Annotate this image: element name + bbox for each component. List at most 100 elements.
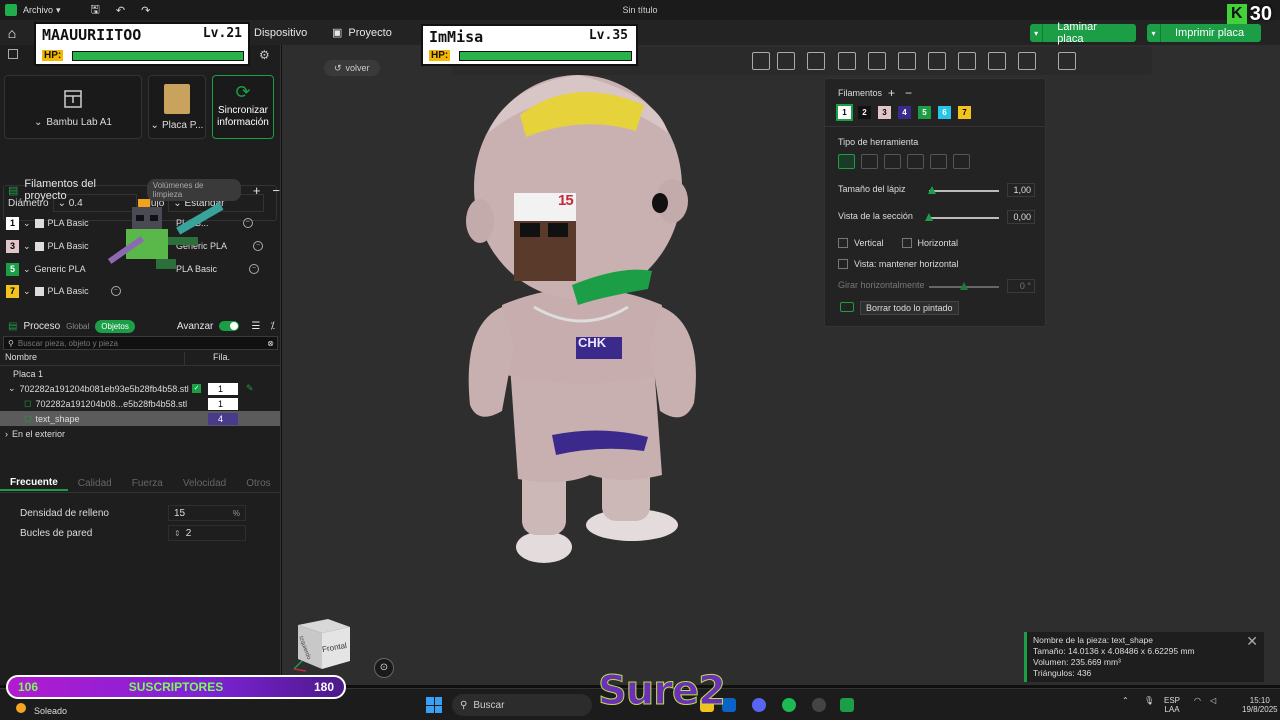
vertical-option[interactable]: Vertical Horizontal [838,238,958,248]
cut-icon[interactable] [868,52,886,70]
table-row[interactable]: › En el exterior [0,426,280,441]
measure-icon[interactable] [958,52,976,70]
pen-size-slider[interactable] [928,186,999,194]
vertical-checkbox[interactable] [838,238,848,248]
steam-icon[interactable] [812,698,826,712]
tab-device[interactable]: Dispositivo [254,20,307,45]
rotate-value[interactable]: 0 ° [1007,279,1035,293]
eraser-icon[interactable] [840,302,854,312]
home-icon[interactable]: ⌂ [0,20,24,45]
circle-brush-icon[interactable] [838,154,855,169]
checkbox-icon[interactable]: ✓ [192,384,201,393]
objects-tab[interactable]: Objetos [95,319,135,333]
pen-size-value[interactable]: 1,00 [1007,183,1035,197]
add-icon[interactable]: + [253,183,261,198]
plate-p-icon[interactable] [988,52,1006,70]
add-icon[interactable]: + [888,86,895,100]
slider-knob[interactable] [960,282,968,290]
filament-row[interactable]: 1 ⌄ PLA Basic [6,213,89,233]
section-view-value[interactable]: 0,00 [1007,210,1035,224]
swatch[interactable]: 7 [958,106,971,119]
language-indicator[interactable]: ESP LAA [1164,696,1180,714]
rotate-slider[interactable] [929,282,999,290]
object-search-input[interactable]: ⚲ Buscar pieza, objeto y pieza ⊗ [3,336,278,350]
swatch[interactable]: 3 [878,106,891,119]
tab-frequent[interactable]: Frecuente [0,475,68,491]
infill-density-input[interactable]: 15 % [168,505,246,521]
close-icon[interactable]: ✕ [1246,634,1258,648]
tab-others[interactable]: Otros [236,475,280,491]
gear-icon[interactable]: ⚙ [259,48,270,62]
clock[interactable]: 15:10 19/8/2025 [1242,696,1278,714]
slice-plate-button[interactable]: ▾ Laminar placa [1030,21,1136,45]
table-row[interactable]: Placa 1 [0,366,280,381]
table-row[interactable]: ◻ text_shape 4 [0,411,280,426]
file-menu[interactable]: Archivo ▾ [23,5,61,16]
swatch[interactable]: 4 [898,106,911,119]
back-button[interactable]: ↺ volver [324,60,380,76]
swatch[interactable]: 6 [938,106,951,119]
delete-filament-icon[interactable]: − [253,241,264,251]
keep-horizontal-option[interactable]: Vista: mantener horizontal [838,259,958,269]
redo-icon[interactable]: ↷ [141,4,150,17]
stepper-icon[interactable]: ⇕ [174,529,181,538]
horizontal-checkbox[interactable] [901,238,912,248]
microphone-icon[interactable]: 🎙 [1144,696,1154,705]
delete-filament-icon[interactable]: − [110,286,121,296]
chevron-down-icon[interactable]: ▾ [1030,24,1044,42]
tab-speed[interactable]: Velocidad [173,475,236,491]
volume-icon[interactable]: ◁ [1210,696,1216,705]
slider-knob[interactable] [925,213,933,221]
triangle-brush-icon[interactable] [884,154,901,169]
keep-horizontal-checkbox[interactable] [838,259,848,269]
remove-icon[interactable]: − [905,86,912,100]
advanced-toggle[interactable] [219,321,240,331]
undo-icon[interactable]: ↶ [116,4,125,17]
paint-icon[interactable]: ✎ [246,383,254,394]
filament-selector[interactable]: 1 [208,397,238,410]
remove-icon[interactable]: − [272,183,280,198]
wall-loops-input[interactable]: ⇕ 2 [168,525,246,541]
height-range-icon[interactable] [907,154,924,169]
swatch[interactable]: 1 [836,104,853,121]
delete-filament-icon[interactable]: − [249,264,260,274]
sphere-brush-icon[interactable] [861,154,878,169]
swatch[interactable]: 2 [858,106,871,119]
tab-quality[interactable]: Calidad [68,475,122,491]
filament-selector[interactable]: 1 [208,382,238,395]
support-icon[interactable] [898,52,916,70]
paint-bucket-icon[interactable] [752,52,770,70]
split-icon[interactable] [807,52,825,70]
layout-icon[interactable] [1058,52,1076,70]
ruler-icon[interactable] [1018,52,1036,70]
slider-knob[interactable] [928,186,936,194]
text-tool-icon[interactable] [838,52,856,70]
global-tab[interactable]: Global [66,322,89,331]
discord-icon[interactable] [752,698,766,712]
taskbar-search[interactable]: ⚲ Buscar [452,694,592,716]
chevron-down-icon[interactable]: ▾ [1147,24,1161,42]
expand-icon[interactable]: ⌄ [0,383,16,394]
list-icon[interactable]: ☰ [251,321,260,332]
table-row[interactable]: ◻ 702282a191204b08...e5b28fb4b58.stl 1 [0,396,280,411]
filament-selector[interactable]: 4 [208,412,238,425]
fill-icon[interactable] [930,154,947,169]
gap-fill-icon[interactable] [953,154,970,169]
spotify-icon[interactable] [782,698,796,712]
bambu-studio-icon[interactable] [840,698,854,712]
swatch[interactable]: 5 [918,106,931,119]
chevron-up-icon[interactable]: ⌃ [1122,696,1129,705]
save-icon[interactable]: 🖫 [91,1,100,20]
filament-row[interactable]: 5 ⌄ Generic PLA [6,259,86,279]
printer-card[interactable]: ⌄ Bambu Lab A1 [4,75,142,139]
settings-compare-icon[interactable]: ⁒ [270,321,275,332]
print-plate-button[interactable]: ▾ Imprimir placa [1147,24,1261,42]
arrange-icon[interactable] [777,52,795,70]
sync-info-button[interactable]: ⟳ Sincronizar información [212,75,274,139]
seam-icon[interactable] [928,52,946,70]
table-row[interactable]: ⌄ 702282a191204b081eb93e5b28fb4b58.stl ✓… [0,381,280,396]
clear-all-painted-button[interactable]: Borrar todo lo pintado [860,301,959,315]
tab-project[interactable]: ▣ Proyecto [332,20,392,45]
focus-view-icon[interactable]: ⊙ [374,658,394,678]
expand-icon[interactable]: › [0,429,8,439]
